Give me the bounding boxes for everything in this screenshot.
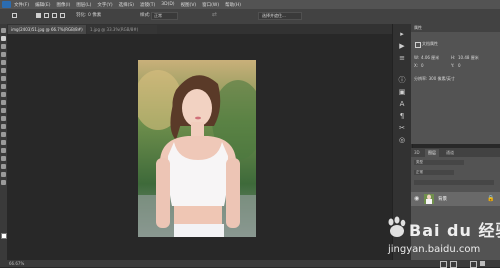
tool-presets-icon[interactable]: ✂ [398, 124, 406, 132]
crop-tool-icon[interactable] [1, 60, 6, 65]
height-label: H: [451, 55, 456, 60]
eraser-tool-icon[interactable] [1, 108, 6, 113]
zoom-level[interactable]: 66.67% [9, 260, 24, 267]
history-brush-tool-icon[interactable] [1, 100, 6, 105]
hand-tool-icon[interactable] [1, 172, 6, 177]
brush-panel-icon[interactable]: ◎ [398, 136, 406, 144]
move-tool-icon[interactable] [1, 28, 6, 33]
menu-view[interactable]: 视图(V) [181, 2, 197, 8]
menu-layer[interactable]: 图层(L) [76, 2, 91, 8]
subtract-selection-icon[interactable] [52, 13, 57, 18]
properties-panel-icon[interactable]: ≡ [398, 54, 406, 62]
blend-mode-select[interactable]: 正常 [414, 170, 454, 175]
height-value[interactable]: 10.48 厘米 [458, 55, 479, 61]
clone-stamp-tool-icon[interactable] [1, 92, 6, 97]
width-value[interactable]: 4.06 厘米 [421, 55, 439, 61]
style-value: 正常 [154, 13, 162, 18]
menu-file[interactable]: 文件(F) [14, 2, 29, 8]
properties-title: 属性 [414, 25, 422, 30]
pen-tool-icon[interactable] [1, 140, 6, 145]
zoom-tool-icon[interactable] [1, 180, 6, 185]
lock-icon: 🔒 [487, 195, 495, 202]
layers-tab-bar: 3D 图层 通道 [411, 148, 500, 157]
actions-panel-icon[interactable]: ▶ [398, 42, 406, 50]
quick-select-tool-icon[interactable] [1, 52, 6, 57]
tab-3d[interactable]: 3D [411, 149, 423, 157]
tab-layers[interactable]: 图层 [425, 149, 439, 157]
doc-properties-label: 文档属性 [422, 41, 438, 46]
add-selection-icon[interactable] [44, 13, 49, 18]
character-panel-icon[interactable]: A [398, 100, 406, 108]
tab-channels[interactable]: 通道 [443, 149, 457, 157]
blur-tool-icon[interactable] [1, 124, 6, 129]
style-select[interactable]: 正常 [151, 12, 178, 20]
paw-svg [388, 216, 406, 237]
shape-tool-icon[interactable] [1, 164, 6, 169]
swap-icon[interactable]: ⇄ [212, 11, 217, 18]
menu-edit[interactable]: 编辑(E) [35, 2, 50, 8]
healing-brush-tool-icon[interactable] [1, 76, 6, 81]
menu-help[interactable]: 帮助(H) [225, 2, 241, 8]
path-selection-tool-icon[interactable] [1, 156, 6, 161]
marquee-tool-icon[interactable] [1, 36, 6, 41]
layer-kind-label: 类型 [416, 160, 423, 164]
lock-row [414, 180, 494, 185]
portrait-photo [138, 60, 256, 237]
style-label: 样式: [140, 13, 151, 18]
y-value[interactable]: 0 [458, 63, 461, 68]
color-panel-icon[interactable]: ▣ [398, 88, 406, 96]
tab-document-2[interactable]: 1.jpg @ 33.3%(RGB/8#) [87, 25, 157, 34]
intersect-selection-icon[interactable] [60, 13, 65, 18]
options-bar: 羽化: 0 像素 样式: 正常 ⇄ 选择并遮住... [0, 9, 500, 25]
dodge-tool-icon[interactable] [1, 132, 6, 137]
select-and-mask-label: 选择并遮住... [262, 13, 286, 18]
feather-value[interactable]: 0 像素 [88, 12, 101, 18]
menu-type[interactable]: 文字(Y) [97, 2, 112, 8]
type-tool-icon[interactable] [1, 148, 6, 153]
menu-image[interactable]: 图像(I) [56, 2, 70, 8]
layer-name[interactable]: 背景 [438, 196, 447, 202]
width-label: W: [414, 55, 420, 60]
eyedropper-tool-icon[interactable] [1, 68, 6, 73]
brush-tool-icon[interactable] [1, 84, 6, 89]
document-image[interactable] [138, 60, 256, 237]
visibility-eye-icon[interactable]: ◉ [414, 195, 419, 202]
gradient-tool-icon[interactable] [1, 116, 6, 121]
properties-header: 属性 [411, 24, 500, 32]
info-panel-icon[interactable]: ⓘ [398, 76, 406, 84]
marquee-tool-icon[interactable] [12, 13, 17, 18]
x-value[interactable]: 0 [421, 63, 424, 68]
layer-row-background[interactable]: ◉ 背景 🔒 [411, 192, 500, 206]
y-label: Y: [451, 63, 455, 68]
lasso-tool-icon[interactable] [1, 44, 6, 49]
properties-panel: 属性 文档属性 W: 4.06 厘米 H: 10.48 厘米 X: 0 Y: 0… [411, 24, 500, 144]
menu-select[interactable]: 选择(S) [119, 2, 134, 8]
menu-window[interactable]: 窗口(W) [202, 2, 219, 8]
menu-filter[interactable]: 滤镜(T) [140, 2, 155, 8]
watermark-brand: Bai du 经验 [409, 221, 500, 240]
thumbnail-image [424, 194, 434, 204]
resolution-text: 分辨率: 300 像素/英寸 [414, 76, 455, 81]
app-logo-icon [2, 1, 11, 8]
watermark-url: jingyan.baidu.com [388, 244, 481, 255]
select-and-mask-button[interactable]: 选择并遮住... [258, 12, 302, 20]
menu-3d[interactable]: 3D(D) [161, 2, 174, 7]
feather-label: 羽化: [76, 13, 87, 18]
baidu-watermark: Bai du 经验 jingyan.baidu.com [384, 213, 500, 263]
blend-mode-value: 正常 [416, 170, 423, 174]
layer-thumbnail [424, 194, 434, 204]
document-icon [415, 42, 421, 48]
x-label: X: [414, 63, 419, 68]
history-panel-icon[interactable]: ▸ [398, 30, 406, 38]
layer-filter-select[interactable]: 类型 [414, 160, 464, 165]
tab-document-1[interactable]: img(2403)51.jpg @ 66.7%(RGB/8#) [8, 25, 86, 34]
new-selection-icon[interactable] [36, 13, 41, 18]
paragraph-panel-icon[interactable]: ¶ [398, 112, 406, 120]
baidu-paw-logo-icon [384, 215, 408, 239]
menu-bar: 文件(F) 编辑(E) 图像(I) 图层(L) 文字(Y) 选择(S) 滤镜(T… [0, 0, 500, 9]
